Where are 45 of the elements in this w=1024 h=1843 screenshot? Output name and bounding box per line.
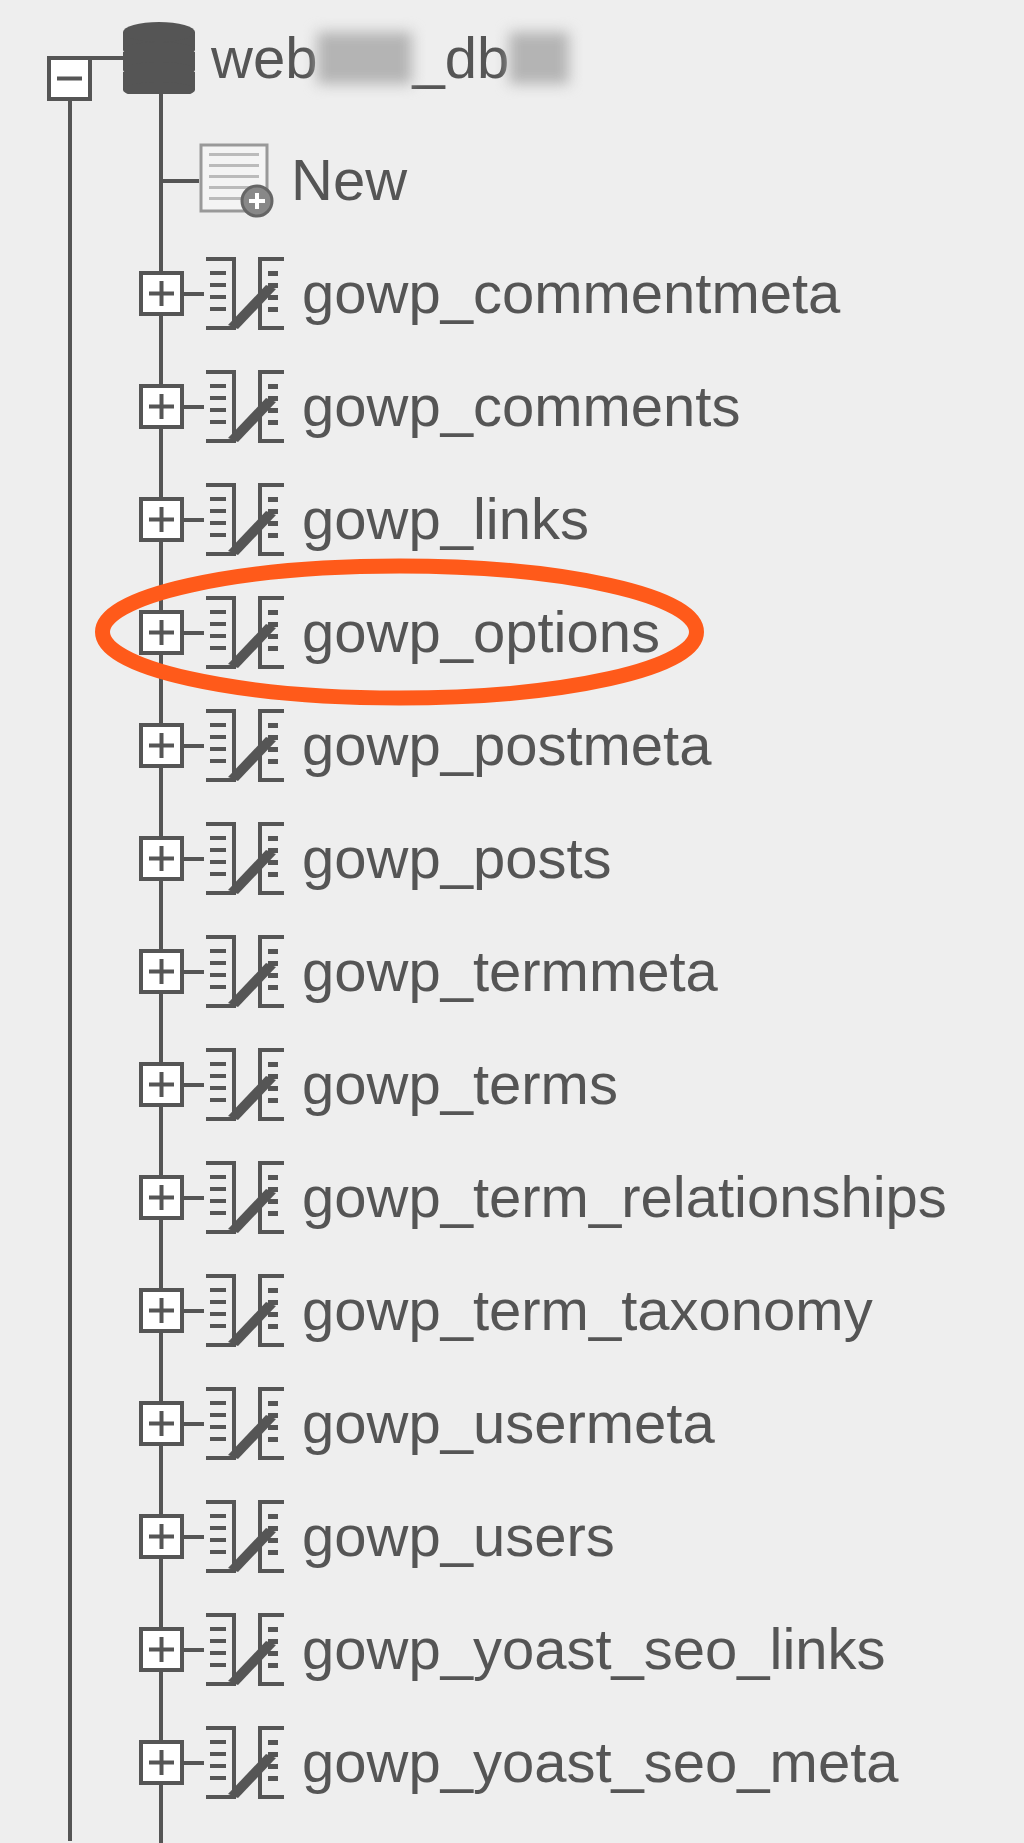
table-icon xyxy=(204,935,286,1008)
new-table-icon xyxy=(199,142,275,219)
expand-toggle[interactable] xyxy=(139,1062,184,1107)
table-icon xyxy=(204,1387,286,1460)
table-name[interactable]: gowp_posts xyxy=(302,825,612,892)
table-icon xyxy=(204,370,286,443)
table-icon xyxy=(204,483,286,556)
table-name[interactable]: gowp_yoast_seo_links xyxy=(302,1616,886,1683)
table-name[interactable]: gowp_term_relationships xyxy=(302,1164,947,1231)
expand-toggle[interactable] xyxy=(139,271,184,316)
expand-toggle[interactable] xyxy=(139,1401,184,1446)
collapse-toggle[interactable] xyxy=(47,56,92,101)
table-name[interactable]: gowp_comments xyxy=(302,373,741,440)
table-name[interactable]: gowp_links xyxy=(302,486,589,553)
expand-toggle[interactable] xyxy=(139,1288,184,1333)
table-name[interactable]: gowp_usermeta xyxy=(302,1390,715,1457)
expand-toggle[interactable] xyxy=(139,384,184,429)
table-name[interactable]: gowp_commentmeta xyxy=(302,260,841,327)
database-name[interactable]: web _db xyxy=(211,29,570,87)
table-icon xyxy=(204,596,286,669)
table-icon xyxy=(204,257,286,330)
table-icon xyxy=(204,1500,286,1573)
expand-toggle[interactable] xyxy=(139,1627,184,1672)
table-icon xyxy=(204,1613,286,1686)
expand-toggle[interactable] xyxy=(139,949,184,994)
table-name[interactable]: gowp_term_taxonomy xyxy=(302,1277,873,1344)
expand-toggle[interactable] xyxy=(139,1740,184,1785)
expand-toggle[interactable] xyxy=(139,497,184,542)
expand-toggle[interactable] xyxy=(139,610,184,655)
table-name[interactable]: gowp_termmeta xyxy=(302,938,718,1005)
table-name[interactable]: gowp_yoast_seo_meta xyxy=(302,1729,899,1796)
expand-toggle[interactable] xyxy=(139,723,184,768)
table-icon xyxy=(204,1726,286,1799)
table-icon xyxy=(204,1048,286,1121)
table-name[interactable]: gowp_postmeta xyxy=(302,712,712,779)
table-icon xyxy=(204,709,286,782)
table-icon xyxy=(204,1274,286,1347)
table-icon xyxy=(204,822,286,895)
expand-toggle[interactable] xyxy=(139,836,184,881)
table-name[interactable]: gowp_terms xyxy=(302,1051,618,1118)
expand-toggle[interactable] xyxy=(139,1514,184,1559)
table-icon xyxy=(204,1161,286,1234)
new-table-link[interactable]: New xyxy=(291,147,408,214)
expand-toggle[interactable] xyxy=(139,1175,184,1220)
table-name[interactable]: gowp_users xyxy=(302,1503,615,1570)
